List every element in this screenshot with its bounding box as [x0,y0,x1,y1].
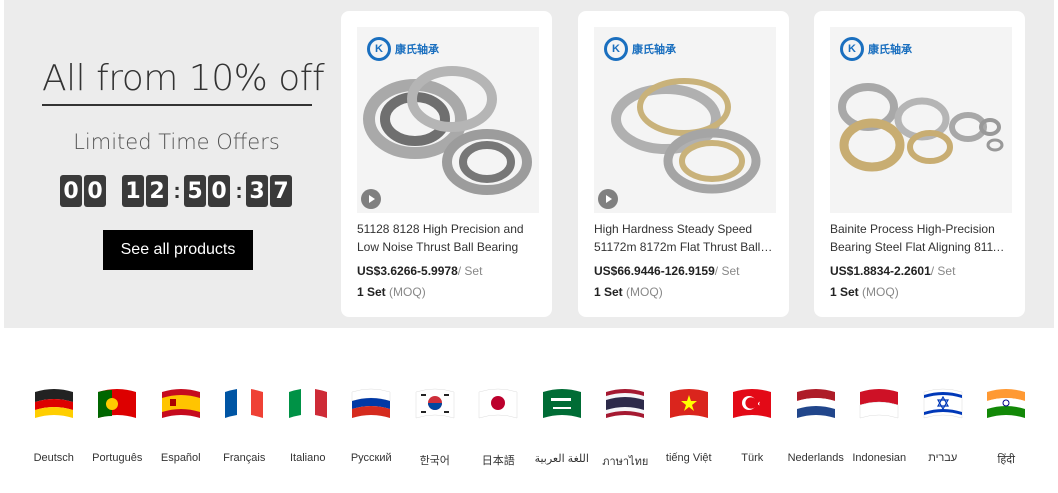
language-label: اللغة العربية [534,453,589,465]
countdown-separator: : [235,178,243,203]
language-link-arabic[interactable]: اللغة العربية [530,382,594,470]
product-title[interactable]: 51128 8128 High Precision and Low Noise … [357,220,537,256]
countdown-digit: 0 [208,175,230,207]
language-label: tiếng Việt [665,452,712,464]
netherlands-flag-icon [793,382,839,422]
language-label: Español [160,452,201,464]
product-card[interactable]: K 康氏轴承 High Hardness Steady Speed 51172m… [578,11,789,317]
product-image[interactable]: K 康氏轴承 [357,27,539,213]
language-label: 日本語 [481,455,515,467]
language-selector: Deutsch Português Español Français Itali… [22,382,1038,470]
product-image[interactable]: K 康氏轴承 [594,27,776,213]
thailand-flag-icon [602,382,648,422]
product-price: US$3.6266-5.9978/ Set [357,264,482,278]
promo-subhead: Limited Time Offers [73,130,280,154]
italy-flag-icon [285,382,331,422]
language-link-turkish[interactable]: Türk [721,382,785,470]
spain-flag-icon [158,382,204,422]
roller-bearing-image [838,83,1004,172]
language-label: 한국어 [419,455,450,467]
language-label: Indonesian [852,452,907,464]
price-unit: / Set [457,264,483,278]
language-link-japanese[interactable]: 日本語 [467,382,531,470]
moq-value: 1 Set [357,285,386,299]
promo-band: All from 10% off Limited Time Offers 0 0… [4,0,1054,328]
indonesia-flag-icon [856,382,902,422]
price-value: US$66.9446-126.9159 [594,264,715,278]
language-link-hebrew[interactable]: עברית [911,382,975,470]
language-link-indonesian[interactable]: Indonesian [848,382,912,470]
germany-flag-icon [31,382,77,422]
price-value: US$1.8834-2.2601 [830,264,931,278]
language-link-espanol[interactable]: Español [149,382,213,470]
promo-headline: All from 10% off [42,58,325,99]
language-label: हिंदी [997,454,1015,466]
france-flag-icon [221,382,267,422]
countdown-digit: 7 [270,175,292,207]
product-moq: 1 Set (MOQ) [830,285,899,299]
moq-unit: (MOQ) [626,285,663,299]
language-label: Português [92,452,143,464]
language-label: ภาษาไทย [602,456,649,468]
language-link-hindi[interactable]: हिंदी [975,382,1039,470]
language-link-deutsch[interactable]: Deutsch [22,382,86,470]
language-link-russian[interactable]: Русский [340,382,404,470]
portugal-flag-icon [94,382,140,422]
language-link-thai[interactable]: ภาษาไทย [594,382,658,470]
moq-value: 1 Set [830,285,859,299]
price-unit: / Set [714,264,740,278]
product-price: US$66.9446-126.9159/ Set [594,264,739,278]
moq-value: 1 Set [594,285,623,299]
countdown-digit: 0 [84,175,106,207]
thrust-ball-bearing-image [363,66,532,195]
play-video-icon[interactable] [361,189,381,209]
turkey-flag-icon [729,382,775,422]
see-all-products-button[interactable]: See all products [103,230,253,270]
product-card[interactable]: K 康氏轴承 Bainite Process High-Precision Be… [814,11,1025,317]
headline-underline [42,104,312,106]
countdown-digit: 1 [122,175,144,207]
countdown-timer: 0 0 1 2 : 5 0 : 3 7 [60,175,294,207]
product-title[interactable]: Bainite Process High-Precision Bearing S… [830,220,1010,256]
countdown-separator: : [173,178,181,203]
language-link-vietnamese[interactable]: tiếng Việt [657,382,721,470]
language-label: Русский [350,452,392,464]
countdown-digit: 3 [246,175,268,207]
flat-thrust-bearing-image [611,78,761,194]
countdown-digit: 5 [184,175,206,207]
countdown-digit: 2 [146,175,168,207]
korea-flag-icon [412,382,458,422]
promo-panel: All from 10% off Limited Time Offers 0 0… [4,0,344,328]
product-moq: 1 Set (MOQ) [357,285,426,299]
moq-unit: (MOQ) [389,285,426,299]
countdown-digit: 0 [60,175,82,207]
language-link-francais[interactable]: Français [213,382,277,470]
language-label: עברית [928,452,958,464]
language-link-korean[interactable]: 한국어 [403,382,467,470]
product-moq: 1 Set (MOQ) [594,285,663,299]
language-label: Italiano [290,452,326,464]
language-label: Deutsch [33,452,74,464]
language-link-italiano[interactable]: Italiano [276,382,340,470]
product-image[interactable]: K 康氏轴承 [830,27,1012,213]
saudi-flag-icon [539,382,585,422]
language-link-dutch[interactable]: Nederlands [784,382,848,470]
product-price: US$1.8834-2.2601/ Set [830,264,955,278]
israel-flag-icon [920,382,966,422]
moq-unit: (MOQ) [862,285,899,299]
price-value: US$3.6266-5.9978 [357,264,458,278]
play-video-icon[interactable] [598,189,618,209]
language-label: Nederlands [787,452,844,464]
language-label: Français [223,452,266,464]
language-label: Türk [741,452,764,464]
japan-flag-icon [475,382,521,422]
product-card[interactable]: K 康氏轴承 51128 8128 High Precision and Low… [341,11,552,317]
india-flag-icon [983,382,1029,422]
product-title[interactable]: High Hardness Steady Speed 51172m 8172m … [594,220,774,256]
vietnam-flag-icon [666,382,712,422]
russia-flag-icon [348,382,394,422]
language-link-portugues[interactable]: Português [86,382,150,470]
price-unit: / Set [930,264,956,278]
